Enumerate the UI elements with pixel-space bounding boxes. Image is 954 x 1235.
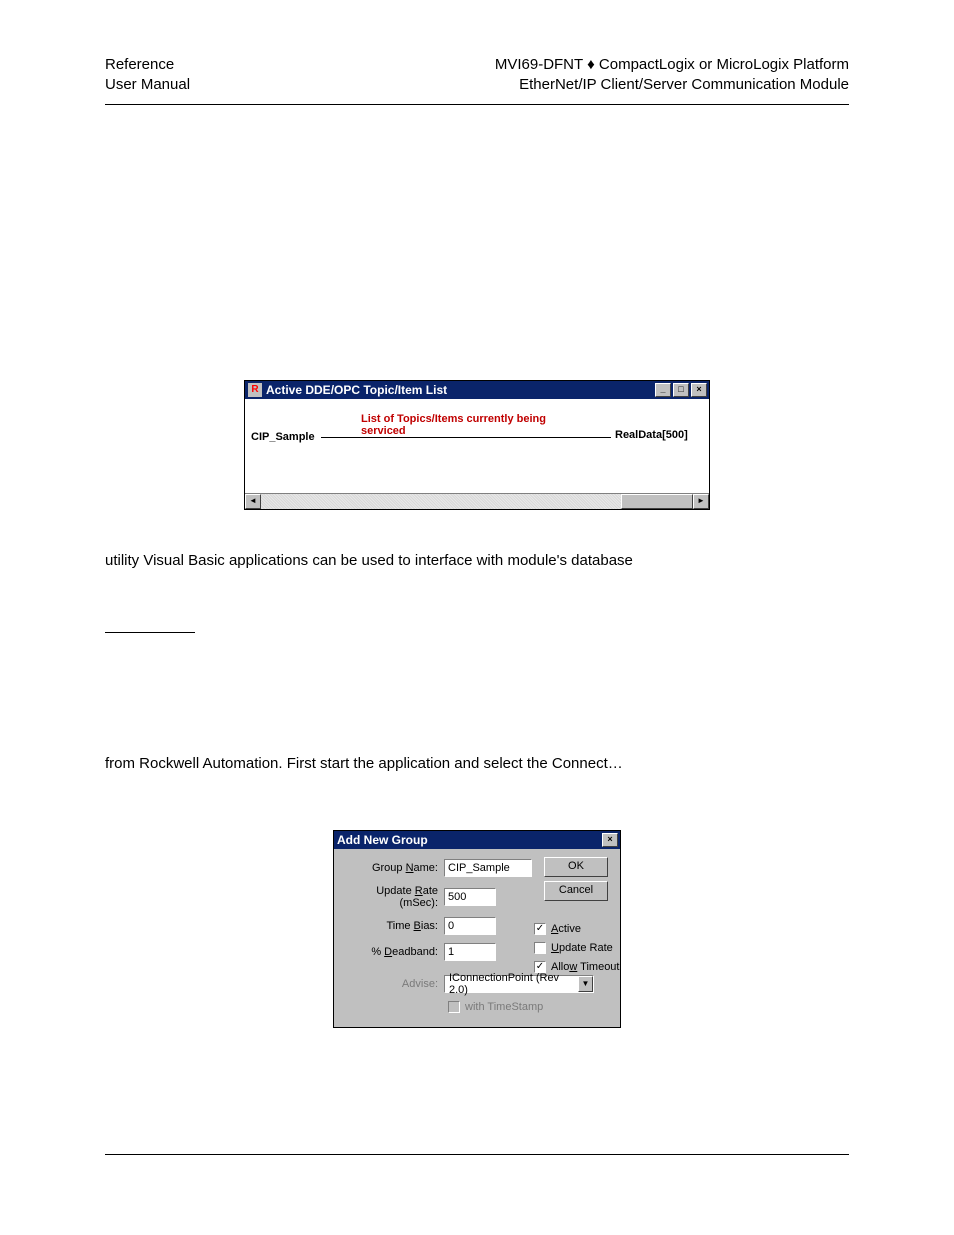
header-right-2: EtherNet/IP Client/Server Communication …: [495, 75, 849, 95]
app-icon: R: [248, 383, 262, 397]
active-dde-window: R Active DDE/OPC Topic/Item List _ □ × L…: [244, 380, 710, 510]
advise-select[interactable]: IConnectionPoint (Rev 2.0) ▼: [444, 975, 594, 993]
update-rate-input[interactable]: [444, 888, 496, 906]
advise-value: IConnectionPoint (Rev 2.0): [445, 972, 578, 996]
advise-label: Advise:: [346, 978, 444, 990]
connector-line: [321, 437, 611, 438]
minimize-button[interactable]: _: [655, 383, 671, 397]
update-rate-label: Update Rate (mSec):: [346, 885, 444, 909]
section-underline: [105, 619, 195, 633]
group-name-label: Group Name:: [346, 862, 444, 874]
update-rate-checkbox[interactable]: [534, 942, 546, 954]
header-right-1: MVI69-DFNT ♦ CompactLogix or MicroLogix …: [495, 55, 849, 75]
maximize-button[interactable]: □: [673, 383, 689, 397]
window1-titlebar[interactable]: R Active DDE/OPC Topic/Item List _ □ ×: [245, 381, 709, 399]
header-left-2: User Manual: [105, 75, 190, 95]
close-button[interactable]: ×: [691, 383, 707, 397]
scroll-right-button[interactable]: ►: [693, 494, 709, 509]
cancel-button[interactable]: Cancel: [544, 881, 608, 901]
group-name-input[interactable]: [444, 859, 532, 877]
item-name: RealData[500]: [615, 429, 688, 441]
window1-title: Active DDE/OPC Topic/Item List: [266, 383, 447, 397]
scroll-track[interactable]: [261, 494, 693, 509]
topic-name: CIP_Sample: [251, 431, 315, 443]
header-left-1: Reference: [105, 55, 190, 75]
scroll-thumb[interactable]: [621, 494, 693, 509]
active-label: Active: [551, 923, 581, 935]
ok-button[interactable]: OK: [544, 857, 608, 877]
allow-timeout-label: Allow Timeout: [551, 961, 619, 973]
paragraph-1: utility Visual Basic applications can be…: [105, 550, 849, 572]
timestamp-label: with TimeStamp: [465, 1001, 543, 1013]
window2-titlebar[interactable]: Add New Group ×: [334, 831, 620, 849]
topics-heading: List of Topics/Items currently being ser…: [361, 413, 593, 437]
footer-rule: [105, 1154, 849, 1155]
page-header: Reference User Manual MVI69-DFNT ♦ Compa…: [105, 55, 849, 105]
active-checkbox[interactable]: ✓: [534, 923, 546, 935]
add-new-group-dialog: Add New Group × OK Cancel Group Name: Up…: [333, 830, 621, 1028]
chevron-down-icon[interactable]: ▼: [578, 976, 593, 992]
paragraph-2: from Rockwell Automation. First start th…: [105, 753, 849, 775]
deadband-label: % Deadband:: [346, 946, 444, 958]
dialog-close-button[interactable]: ×: [602, 833, 618, 847]
deadband-input[interactable]: [444, 943, 496, 961]
window2-title: Add New Group: [337, 833, 428, 847]
time-bias-label: Time Bias:: [346, 920, 444, 932]
timestamp-checkbox: [448, 1001, 460, 1013]
horizontal-scrollbar[interactable]: ◄ ►: [245, 493, 709, 509]
update-rate-check-label: Update Rate: [551, 942, 613, 954]
allow-timeout-checkbox[interactable]: ✓: [534, 961, 546, 973]
time-bias-input[interactable]: [444, 917, 496, 935]
scroll-left-button[interactable]: ◄: [245, 494, 261, 509]
